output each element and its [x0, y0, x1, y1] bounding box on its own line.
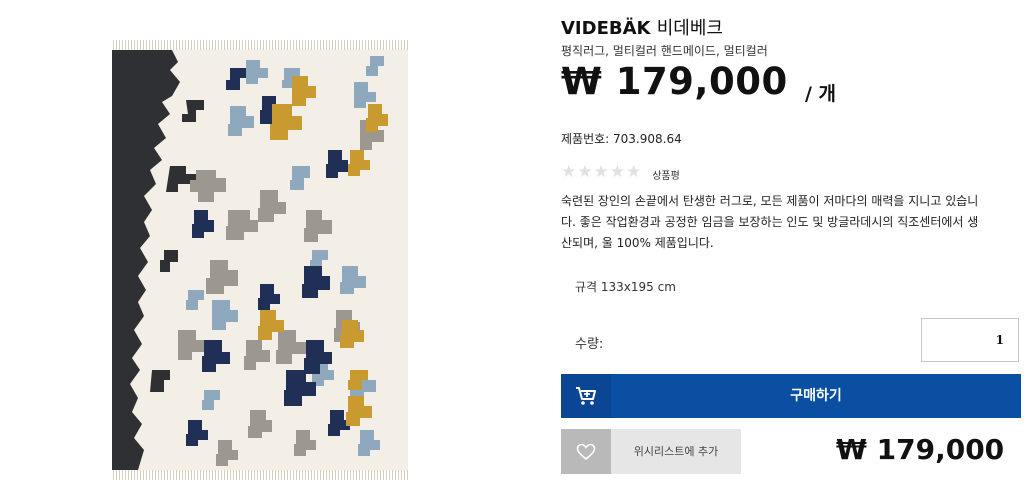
- heart-icon: [561, 429, 611, 474]
- wishlist-button[interactable]: 위시리스트에 추가: [561, 429, 741, 474]
- product-title: VIDEBÄK 비데베크: [561, 14, 723, 40]
- buy-button[interactable]: 구매하기: [561, 374, 1021, 418]
- cart-icon: [561, 374, 611, 418]
- buy-button-label: 구매하기: [790, 388, 842, 404]
- wishlist-button-label: 위시리스트에 추가: [633, 445, 719, 458]
- product-subtitle: 평직러그, 멀티컬러 핸드메이드, 멀티컬러: [561, 44, 768, 58]
- price-unit: / 개: [805, 83, 837, 105]
- quantity-input[interactable]: [921, 318, 1019, 362]
- bottom-price: ₩ 179,000: [836, 433, 1005, 466]
- rating-row[interactable]: ★★★★★ 상품평: [561, 162, 680, 182]
- product-image: [100, 40, 415, 480]
- product-price: ₩ 179,000: [561, 60, 788, 103]
- product-description: 숙련된 장인의 손끝에서 탄생한 러그로, 모든 제품이 저마다의 매력을 지니…: [561, 194, 979, 250]
- product-name: VIDEBÄK: [561, 18, 651, 39]
- rug-illustration: [112, 40, 408, 480]
- article-number: 제품번호: 703.908.64: [561, 132, 682, 146]
- rating-stars[interactable]: ★★★★★: [561, 162, 642, 182]
- product-size: 규격 133x195 cm: [575, 280, 676, 294]
- product-info: VIDEBÄK 비데베크 평직러그, 멀티컬러 핸드메이드, 멀티컬러 ₩ 17…: [561, 0, 1031, 487]
- product-name-korean: 비데베크: [656, 18, 723, 39]
- quantity-label: 수량:: [575, 337, 604, 352]
- reviews-link[interactable]: 상품평: [652, 167, 680, 182]
